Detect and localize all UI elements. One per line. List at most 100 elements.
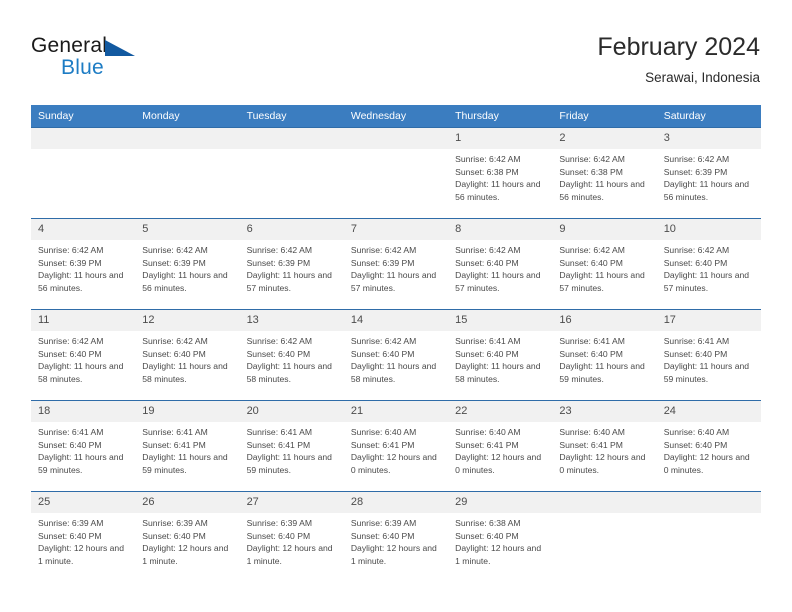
sunset-text: Sunset: 6:40 PM	[142, 348, 206, 359]
sunrise-text: Sunrise: 6:42 AM	[38, 245, 104, 255]
day-details: Sunrise: 6:42 AM Sunset: 6:38 PM Daylight:…	[552, 149, 656, 203]
weekday-header-friday: Friday	[552, 105, 657, 128]
day-details: Sunrise: 6:39 AM Sunset: 6:40 PM Daylight:…	[240, 513, 344, 567]
calendar-cell-day-11[interactable]: 11 Sunrise: 6:42 AM Sunset: 6:40 PM Dayligh…	[31, 309, 136, 401]
day-details: Sunrise: 6:40 AM Sunset: 6:41 PM Daylight:…	[344, 422, 448, 476]
sunset-text: Sunset: 6:38 PM	[559, 166, 623, 177]
day-number: 12	[135, 310, 240, 331]
calendar-week-row: 18 Sunrise: 6:41 AM Sunset: 6:40 PM Dayligh…	[31, 400, 761, 492]
calendar-cell-day-22[interactable]: 22 Sunrise: 6:40 AM Sunset: 6:41 PM Dayligh…	[448, 400, 553, 492]
sunrise-text: Sunrise: 6:42 AM	[246, 245, 313, 255]
sunset-text: Sunset: 6:40 PM	[455, 348, 519, 359]
calendar-cell-empty	[135, 127, 240, 219]
day-number: 25	[31, 492, 136, 513]
calendar-cell-day-2[interactable]: 2 Sunrise: 6:42 AM Sunset: 6:38 PM Daylight…	[552, 127, 657, 219]
sunset-text: Sunset: 6:40 PM	[38, 439, 102, 450]
sunset-text: Sunset: 6:39 PM	[663, 166, 728, 177]
logo-text-general: General	[31, 34, 108, 57]
sunset-text: Sunset: 6:40 PM	[559, 257, 623, 268]
calendar-cell-day-3[interactable]: 3 Sunrise: 6:42 AM Sunset: 6:39 PM Daylight…	[656, 127, 761, 219]
sunset-text: Sunset: 6:41 PM	[455, 439, 519, 450]
sunrise-text: Sunrise: 6:42 AM	[142, 336, 208, 346]
day-details: Sunrise: 6:39 AM Sunset: 6:40 PM Daylight:…	[135, 513, 239, 567]
daylight-text: Daylight: 12 hours and 1 minute.	[455, 543, 542, 566]
day-details: Sunrise: 6:38 AM Sunset: 6:40 PM Daylight:…	[448, 513, 552, 567]
general-blue-logo[interactable]: General Blue	[31, 32, 251, 88]
day-details: Sunrise: 6:42 AM Sunset: 6:40 PM Daylight:…	[552, 240, 656, 294]
sunset-text: Sunset: 6:39 PM	[246, 257, 311, 268]
calendar-cell-day-28[interactable]: 28 Sunrise: 6:39 AM Sunset: 6:40 PM Dayligh…	[343, 491, 449, 582]
calendar-cell-day-4[interactable]: 4 Sunrise: 6:42 AM Sunset: 6:39 PM Daylight…	[31, 218, 136, 310]
sunset-text: Sunset: 6:39 PM	[38, 257, 102, 268]
day-number: 28	[343, 492, 449, 513]
sunset-text: Sunset: 6:40 PM	[663, 348, 728, 359]
daylight-text: Daylight: 11 hours and 59 minutes.	[38, 452, 124, 475]
sunset-text: Sunset: 6:40 PM	[455, 530, 519, 541]
day-details: Sunrise: 6:40 AM Sunset: 6:40 PM Daylight:…	[657, 422, 761, 476]
sunset-text: Sunset: 6:41 PM	[350, 439, 415, 450]
sunrise-text: Sunrise: 6:39 AM	[350, 518, 417, 528]
sunset-text: Sunset: 6:41 PM	[142, 439, 206, 450]
daylight-text: Daylight: 12 hours and 1 minute.	[38, 543, 124, 566]
calendar-cell-day-16[interactable]: 16 Sunrise: 6:41 AM Sunset: 6:40 PM Dayligh…	[552, 309, 657, 401]
day-details: Sunrise: 6:42 AM Sunset: 6:39 PM Daylight:…	[344, 240, 448, 294]
day-details: Sunrise: 6:42 AM Sunset: 6:40 PM Daylight:…	[657, 240, 761, 294]
calendar-cell-day-7[interactable]: 7 Sunrise: 6:42 AM Sunset: 6:39 PM Daylight…	[343, 218, 449, 310]
calendar-cell-day-29[interactable]: 29 Sunrise: 6:38 AM Sunset: 6:40 PM Dayligh…	[448, 491, 553, 582]
calendar-cell-empty	[552, 491, 657, 582]
calendar-cell-day-27[interactable]: 27 Sunrise: 6:39 AM Sunset: 6:40 PM Dayligh…	[239, 491, 344, 582]
day-details: Sunrise: 6:41 AM Sunset: 6:41 PM Daylight:…	[135, 422, 239, 476]
calendar-cell-day-23[interactable]: 23 Sunrise: 6:40 AM Sunset: 6:41 PM Dayligh…	[552, 400, 657, 492]
sunset-text: Sunset: 6:40 PM	[350, 348, 415, 359]
daylight-text: Daylight: 11 hours and 59 minutes.	[246, 452, 332, 475]
calendar-cell-day-5[interactable]: 5 Sunrise: 6:42 AM Sunset: 6:39 PM Daylight…	[135, 218, 240, 310]
sunset-text: Sunset: 6:40 PM	[246, 348, 311, 359]
day-details: Sunrise: 6:41 AM Sunset: 6:40 PM Daylight:…	[448, 331, 552, 385]
calendar-cell-day-24[interactable]: 24 Sunrise: 6:40 AM Sunset: 6:40 PM Dayligh…	[656, 400, 761, 492]
day-number	[135, 128, 240, 149]
calendar-cell-day-13[interactable]: 13 Sunrise: 6:42 AM Sunset: 6:40 PM Dayligh…	[239, 309, 344, 401]
day-number: 22	[448, 401, 553, 422]
sunset-text: Sunset: 6:40 PM	[246, 530, 311, 541]
sunrise-text: Sunrise: 6:42 AM	[350, 336, 417, 346]
calendar-cell-day-9[interactable]: 9 Sunrise: 6:42 AM Sunset: 6:40 PM Daylight…	[552, 218, 657, 310]
calendar-body: 1 Sunrise: 6:42 AM Sunset: 6:38 PM Daylight…	[31, 127, 761, 582]
day-number: 20	[239, 401, 344, 422]
day-number: 10	[656, 219, 761, 240]
calendar-week-row: 11 Sunrise: 6:42 AM Sunset: 6:40 PM Dayligh…	[31, 309, 761, 401]
calendar-cell-day-18[interactable]: 18 Sunrise: 6:41 AM Sunset: 6:40 PM Dayligh…	[31, 400, 136, 492]
calendar-cell-day-15[interactable]: 15 Sunrise: 6:41 AM Sunset: 6:40 PM Dayligh…	[448, 309, 553, 401]
calendar-cell-day-21[interactable]: 21 Sunrise: 6:40 AM Sunset: 6:41 PM Dayligh…	[343, 400, 449, 492]
calendar-cell-day-17[interactable]: 17 Sunrise: 6:41 AM Sunset: 6:40 PM Dayligh…	[656, 309, 761, 401]
daylight-text: Daylight: 11 hours and 58 minutes.	[350, 361, 437, 384]
sunset-text: Sunset: 6:40 PM	[455, 257, 519, 268]
day-number: 1	[448, 128, 553, 149]
daylight-text: Daylight: 11 hours and 58 minutes.	[142, 361, 228, 384]
day-details: Sunrise: 6:40 AM Sunset: 6:41 PM Daylight:…	[552, 422, 656, 476]
calendar-cell-day-14[interactable]: 14 Sunrise: 6:42 AM Sunset: 6:40 PM Dayligh…	[343, 309, 449, 401]
calendar-cell-day-8[interactable]: 8 Sunrise: 6:42 AM Sunset: 6:40 PM Daylight…	[448, 218, 553, 310]
calendar-cell-day-19[interactable]: 19 Sunrise: 6:41 AM Sunset: 6:41 PM Dayligh…	[135, 400, 240, 492]
weekday-header-wednesday: Wednesday	[343, 105, 449, 128]
day-details: Sunrise: 6:42 AM Sunset: 6:40 PM Daylight:…	[31, 331, 135, 385]
day-details: Sunrise: 6:41 AM Sunset: 6:40 PM Daylight:…	[31, 422, 135, 476]
sunset-text: Sunset: 6:39 PM	[142, 257, 206, 268]
calendar-cell-day-26[interactable]: 26 Sunrise: 6:39 AM Sunset: 6:40 PM Dayligh…	[135, 491, 240, 582]
weekday-header-monday: Monday	[135, 105, 240, 128]
weekday-header-sunday: Sunday	[31, 105, 136, 128]
sunrise-text: Sunrise: 6:39 AM	[38, 518, 104, 528]
day-number: 18	[31, 401, 136, 422]
calendar-table: Sunday Monday Tuesday Wednesday Thursday Frid…	[31, 105, 761, 582]
calendar-cell-day-25[interactable]: 25 Sunrise: 6:39 AM Sunset: 6:40 PM Dayligh…	[31, 491, 136, 582]
sunrise-text: Sunrise: 6:38 AM	[455, 518, 521, 528]
calendar-cell-day-1[interactable]: 1 Sunrise: 6:42 AM Sunset: 6:38 PM Daylight…	[448, 127, 553, 219]
day-details: Sunrise: 6:42 AM Sunset: 6:40 PM Daylight:…	[344, 331, 448, 385]
daylight-text: Daylight: 11 hours and 59 minutes.	[663, 361, 750, 384]
calendar-cell-day-20[interactable]: 20 Sunrise: 6:41 AM Sunset: 6:41 PM Dayligh…	[239, 400, 344, 492]
calendar-cell-day-12[interactable]: 12 Sunrise: 6:42 AM Sunset: 6:40 PM Dayligh…	[135, 309, 240, 401]
sunrise-text: Sunrise: 6:42 AM	[663, 245, 730, 255]
day-number: 23	[552, 401, 657, 422]
calendar-cell-day-6[interactable]: 6 Sunrise: 6:42 AM Sunset: 6:39 PM Daylight…	[239, 218, 344, 310]
day-number: 11	[31, 310, 136, 331]
calendar-cell-day-10[interactable]: 10 Sunrise: 6:42 AM Sunset: 6:40 PM Dayligh…	[656, 218, 761, 310]
